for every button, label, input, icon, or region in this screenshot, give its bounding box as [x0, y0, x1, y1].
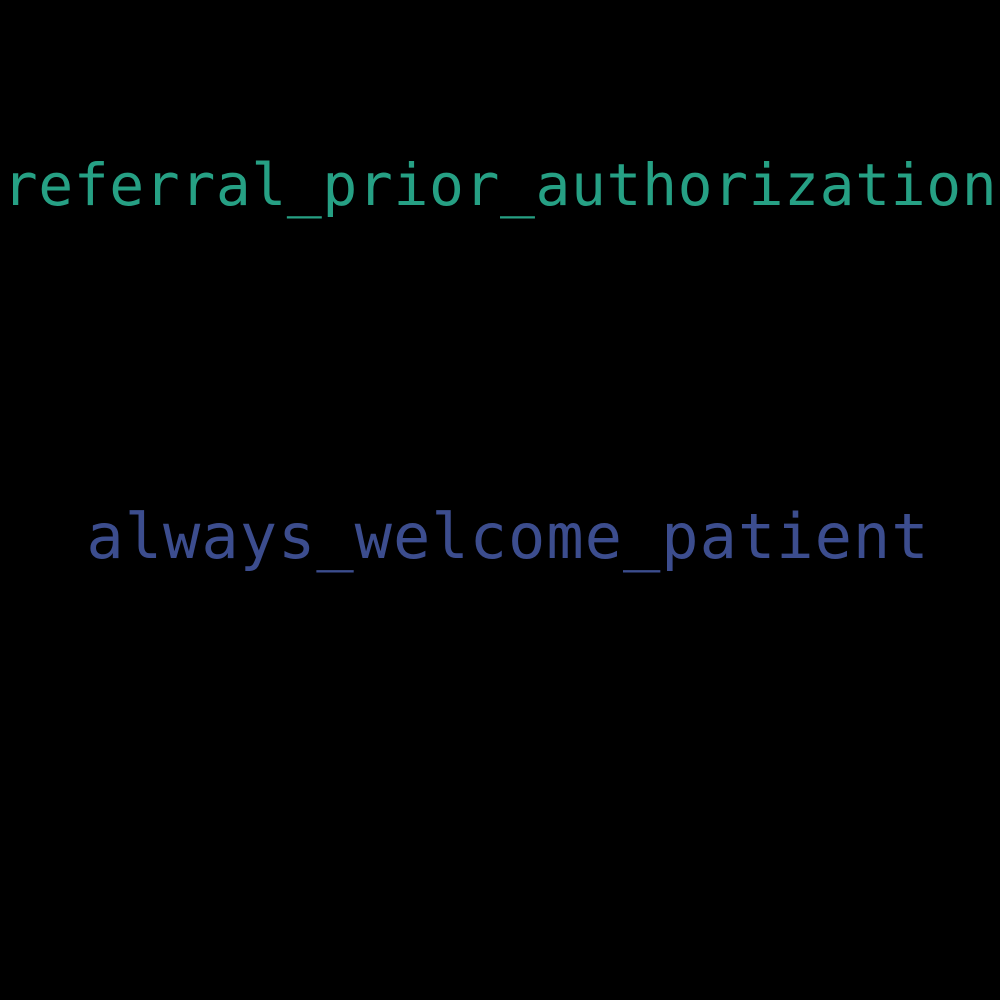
word-cloud-canvas: referral_prior_authorization always_welc… — [0, 0, 1000, 1000]
word-always-welcome-patient: always_welcome_patient — [86, 500, 930, 573]
word-referral-prior-authorization: referral_prior_authorization — [2, 151, 998, 219]
